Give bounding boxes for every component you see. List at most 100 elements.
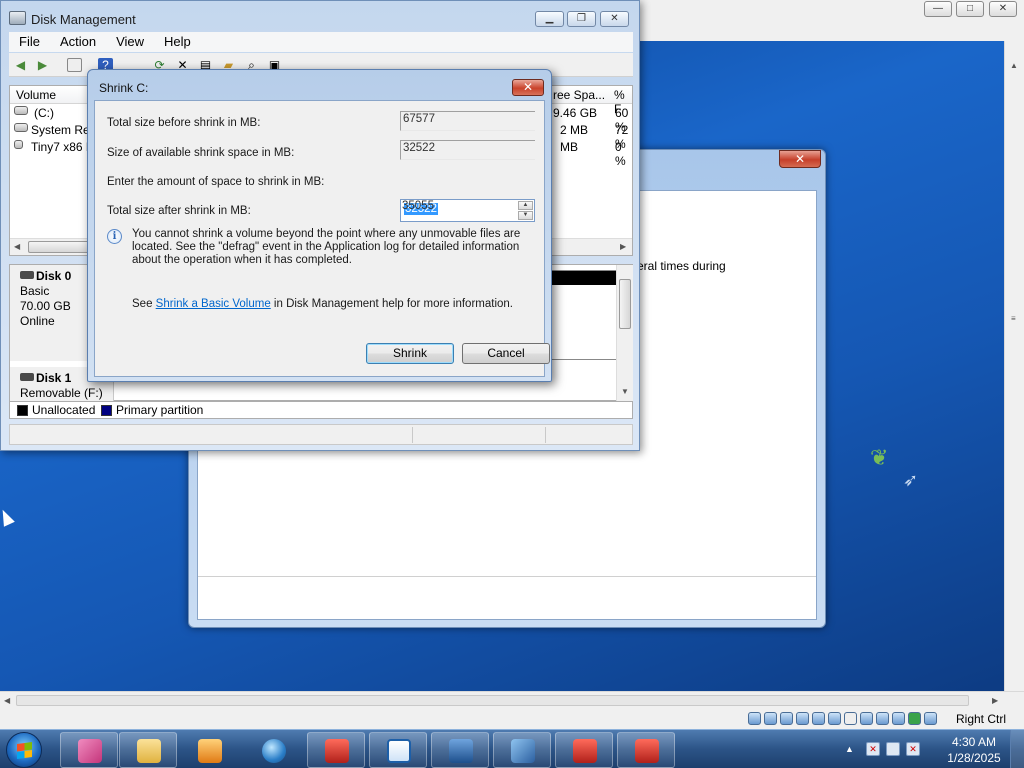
partition-block[interactable] bbox=[550, 270, 620, 360]
legend-swatch-unallocated bbox=[17, 405, 28, 416]
virtualization-icon[interactable] bbox=[892, 712, 905, 725]
scroll-left-icon[interactable]: ◀ bbox=[14, 242, 20, 251]
taskbar-app-media[interactable] bbox=[180, 732, 238, 768]
close-button[interactable]: ✕ bbox=[600, 11, 629, 27]
disk-name: Disk 1 bbox=[36, 371, 72, 385]
monitor-icon[interactable] bbox=[860, 712, 873, 725]
column-free-space[interactable]: ree Spa... bbox=[553, 88, 605, 102]
taskbar-app-globe[interactable] bbox=[244, 732, 302, 768]
volume-muted-icon[interactable]: ✕ bbox=[906, 742, 920, 756]
column-volume[interactable]: Volume bbox=[16, 88, 56, 102]
ink-app-icon bbox=[78, 739, 102, 763]
toolbox-icon bbox=[635, 739, 659, 763]
minimize-button[interactable]: ▁ bbox=[535, 11, 564, 27]
taskbar-app-toolbox-3[interactable] bbox=[617, 732, 675, 768]
divider bbox=[198, 576, 816, 577]
toolbox-icon bbox=[573, 739, 597, 763]
scroll-thumb[interactable] bbox=[16, 695, 969, 706]
total-size-after-value: 35055 bbox=[402, 200, 434, 212]
scroll-down-icon[interactable]: ▼ bbox=[621, 387, 629, 396]
taskbar-app-toolbox-2[interactable] bbox=[555, 732, 613, 768]
shared-folder-icon[interactable] bbox=[828, 712, 841, 725]
graph-vscrollbar[interactable]: ▼ bbox=[616, 265, 633, 401]
scroll-left-icon[interactable]: ◀ bbox=[4, 696, 10, 705]
clock-time: 4:30 AM bbox=[951, 735, 997, 749]
info-message: You cannot shrink a volume beyond the po… bbox=[132, 228, 521, 266]
package-icon bbox=[449, 739, 473, 763]
host-horizontal-scrollbar[interactable]: ◀ ▶ bbox=[0, 691, 1024, 709]
field-label: Size of available shrink space in MB: bbox=[107, 147, 295, 159]
menu-help[interactable]: Help bbox=[154, 32, 201, 52]
scroll-up-icon[interactable]: ▲ bbox=[1010, 61, 1018, 70]
tiny7-icon bbox=[511, 739, 535, 763]
legend-label: Primary partition bbox=[116, 403, 204, 417]
optical-drive-2-icon[interactable] bbox=[780, 712, 793, 725]
disk-name: Disk 0 bbox=[36, 269, 72, 283]
maximize-button[interactable]: ❐ bbox=[567, 11, 596, 27]
status-bar bbox=[9, 424, 633, 445]
cancel-button[interactable]: Cancel bbox=[462, 343, 550, 364]
scroll-thumb-icon[interactable]: ≡ bbox=[1011, 314, 1016, 323]
host-device-icons bbox=[748, 712, 937, 725]
partition-header-bar bbox=[551, 271, 619, 285]
field-label: Total size after shrink in MB: bbox=[107, 205, 251, 217]
show-hidden-icons-icon[interactable]: ▲ bbox=[845, 744, 854, 754]
leaf-decoration-icon: ❦ bbox=[870, 445, 889, 470]
menu-view[interactable]: View bbox=[106, 32, 154, 52]
host-maximize-button[interactable]: □ bbox=[956, 1, 984, 17]
volume-free: 2 MB bbox=[560, 123, 589, 137]
audio-device-icon[interactable] bbox=[748, 712, 761, 725]
shrink-button[interactable]: Shrink bbox=[366, 343, 454, 364]
disk-management-icon bbox=[9, 11, 26, 25]
show-desktop-button[interactable] bbox=[1010, 730, 1024, 768]
download-arrow-icon[interactable] bbox=[924, 712, 937, 725]
toolbox-icon bbox=[325, 739, 349, 763]
disk-type: Basic bbox=[20, 284, 50, 298]
scroll-thumb[interactable] bbox=[619, 279, 631, 329]
volume-pct: 0 % bbox=[615, 140, 626, 168]
show-hide-tree-icon[interactable] bbox=[67, 58, 82, 72]
globe-status-icon[interactable] bbox=[908, 712, 921, 725]
host-close-button[interactable]: ✕ bbox=[989, 1, 1017, 17]
legend: Unallocated Primary partition bbox=[9, 401, 633, 419]
menu-action[interactable]: Action bbox=[50, 32, 106, 52]
host-minimize-button[interactable]: — bbox=[924, 1, 952, 17]
menu-file[interactable]: File bbox=[9, 32, 50, 52]
taskbar: ▲ ✕ ✕ 4:30 AM 1/28/2025 bbox=[0, 729, 1024, 768]
scroll-right-icon[interactable]: ▶ bbox=[620, 242, 626, 251]
network-icon[interactable] bbox=[812, 712, 825, 725]
optical-drive-icon[interactable] bbox=[764, 712, 777, 725]
taskbar-app-package[interactable] bbox=[431, 732, 489, 768]
start-button[interactable] bbox=[6, 732, 42, 768]
host-vertical-scrollbar[interactable]: ▲ ≡ bbox=[1004, 41, 1024, 691]
volume-name: Tiny7 x86 R bbox=[31, 140, 95, 154]
notification-area: ✕ ✕ bbox=[866, 742, 920, 756]
field-label: Total size before shrink in MB: bbox=[107, 117, 261, 129]
taskbar-app-ink[interactable] bbox=[60, 732, 118, 768]
taskbar-app-tiny7[interactable] bbox=[493, 732, 551, 768]
taskbar-app-transfer[interactable] bbox=[369, 732, 427, 768]
background-close-button[interactable]: ✕ bbox=[779, 150, 821, 168]
help-link[interactable]: Shrink a Basic Volume bbox=[156, 298, 271, 310]
network-tray-icon[interactable] bbox=[886, 742, 900, 756]
forward-arrow-icon[interactable]: ▶ bbox=[35, 58, 50, 72]
disk-size: 70.00 GB bbox=[20, 299, 71, 313]
usb-icon[interactable] bbox=[796, 712, 809, 725]
clock[interactable]: 4:30 AM 1/28/2025 bbox=[942, 734, 1006, 766]
background-partial-text: eral times during bbox=[637, 259, 726, 273]
scroll-right-icon[interactable]: ▶ bbox=[992, 696, 998, 705]
video-capture-icon[interactable] bbox=[876, 712, 889, 725]
volume-free: MB bbox=[560, 140, 578, 154]
drive-icon bbox=[14, 123, 28, 132]
display-icon[interactable] bbox=[844, 712, 857, 725]
available-shrink-value: 32522 bbox=[400, 140, 535, 160]
action-center-icon[interactable]: ✕ bbox=[866, 742, 880, 756]
back-arrow-icon[interactable]: ◀ bbox=[13, 58, 28, 72]
menu-bar: File Action View Help bbox=[9, 32, 633, 52]
volume-free: 9.46 GB bbox=[553, 106, 598, 120]
info-icon: i bbox=[107, 229, 122, 244]
help-line: See Shrink a Basic Volume in Disk Manage… bbox=[132, 298, 513, 310]
taskbar-app-toolbox[interactable] bbox=[307, 732, 365, 768]
taskbar-app-explorer[interactable] bbox=[119, 732, 177, 768]
dialog-close-button[interactable]: ✕ bbox=[512, 79, 544, 96]
